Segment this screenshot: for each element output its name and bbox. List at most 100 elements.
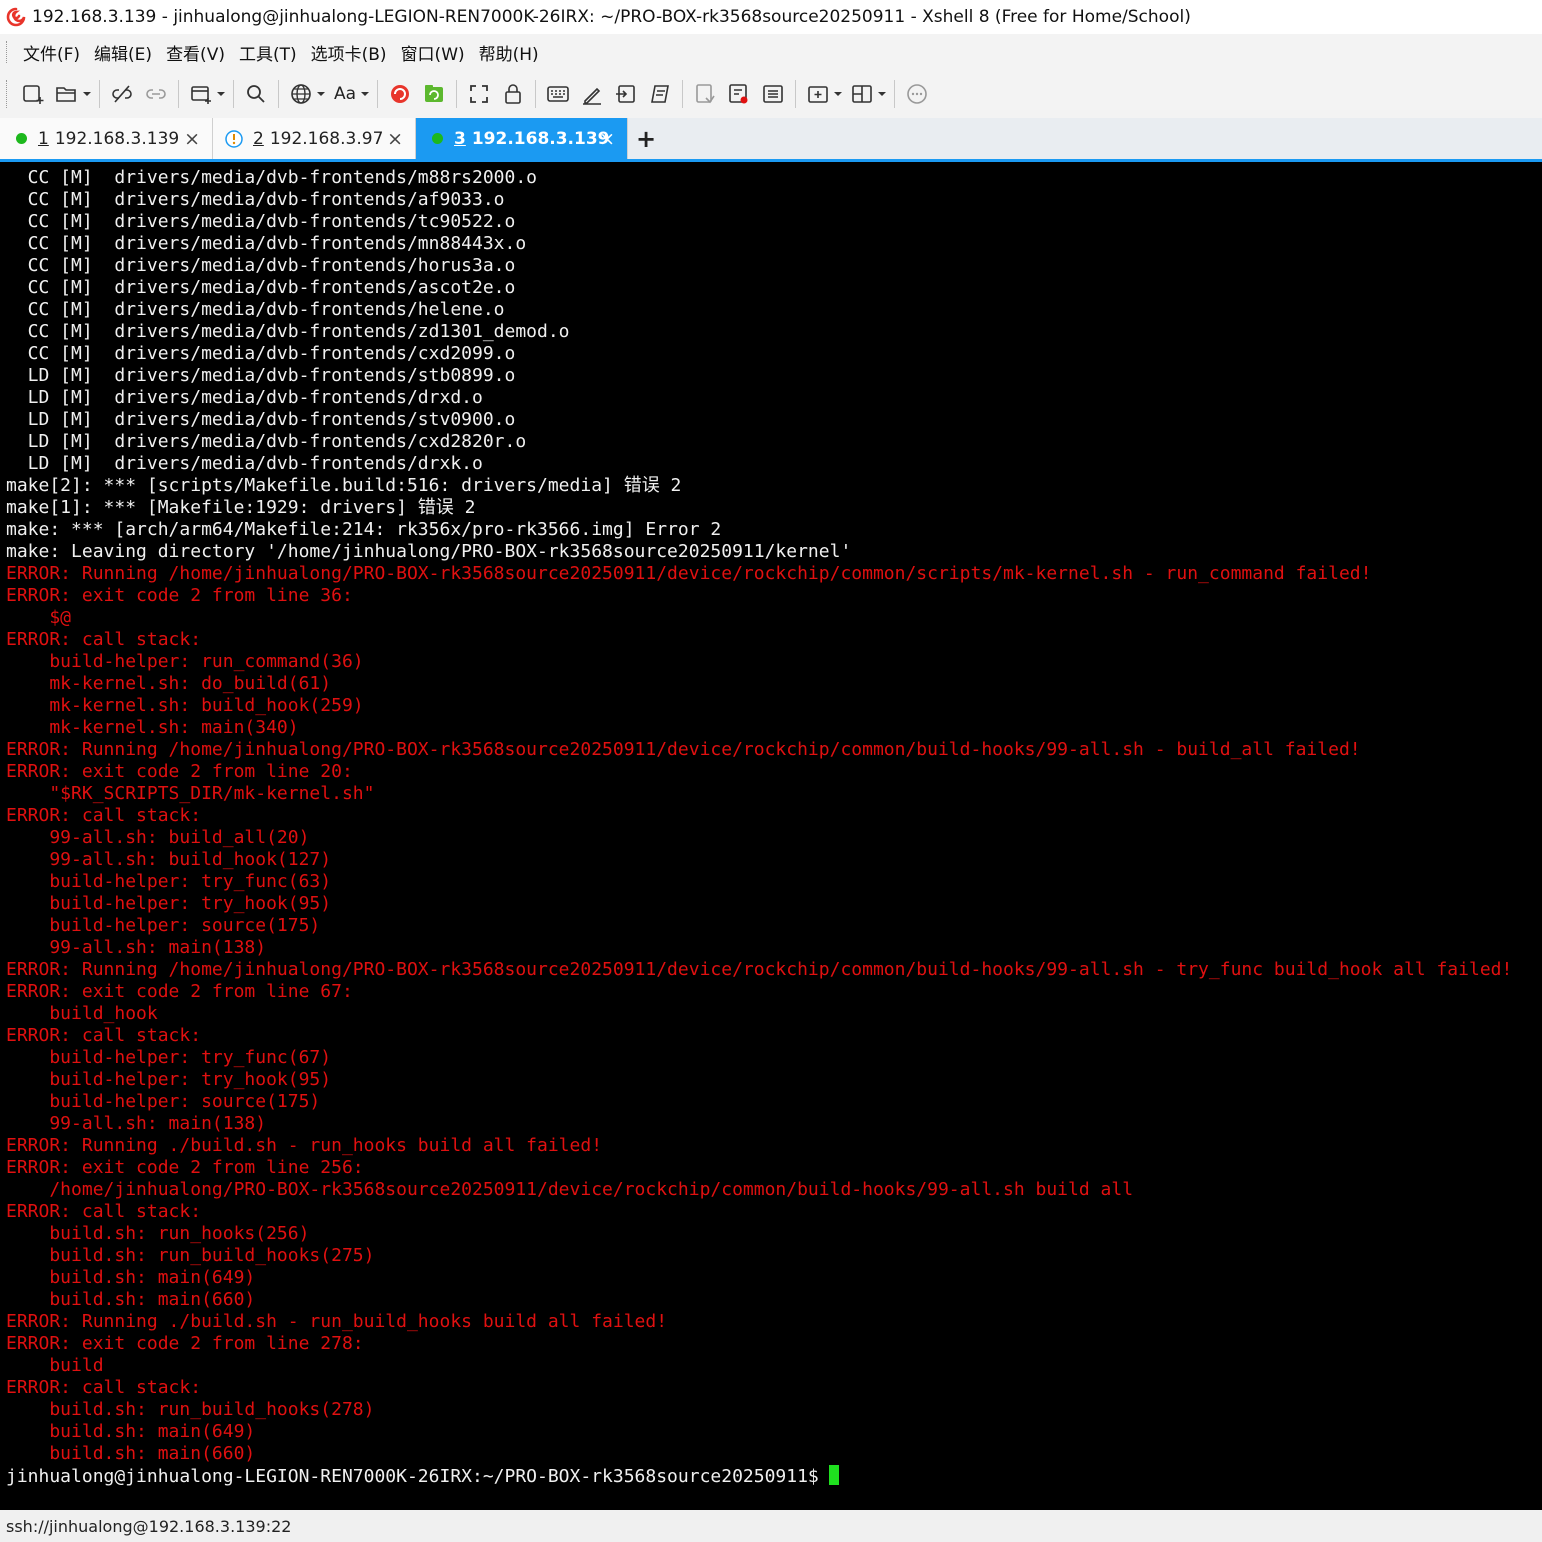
menu-tabs[interactable]: 选项卡(B) [304, 40, 394, 65]
terminal-line: make: *** [arch/arm64/Makefile:214: rk35… [6, 519, 722, 540]
new-tab-button[interactable]: + [628, 118, 664, 159]
terminal-line: mk-kernel.sh: main(340) [6, 717, 299, 738]
terminal-line: ERROR: call stack: [6, 629, 202, 650]
reconnect-button[interactable] [142, 78, 170, 110]
terminal-line: ERROR: Running /home/jinhualong/PRO-BOX-… [6, 739, 1361, 760]
log-button[interactable] [691, 78, 719, 110]
find-button[interactable] [242, 78, 270, 110]
new-session-button[interactable] [19, 78, 47, 110]
chevron-down-icon [361, 92, 369, 96]
menu-edit[interactable]: 编辑(E) [87, 40, 159, 65]
terminal-line: ERROR: call stack: [6, 1025, 202, 1046]
terminal-line: build [6, 1355, 104, 1376]
lock-button[interactable] [499, 78, 527, 110]
terminal-line: build.sh: main(660) [6, 1289, 256, 1310]
menu-tools[interactable]: 工具(T) [232, 40, 304, 65]
tab-label: 192.168.3.139 [54, 128, 180, 149]
terminal-line: build-helper: source(175) [6, 915, 321, 936]
font-button[interactable]: Aa [331, 78, 359, 110]
terminal-line: LD [M] drivers/media/dvb-frontends/drxd.… [6, 387, 483, 408]
compose-icon [583, 87, 601, 105]
notes-icon [763, 85, 783, 103]
menu-window[interactable]: 窗口(W) [394, 40, 472, 65]
terminal-line: build-helper: run_command(36) [6, 651, 364, 672]
transfer-button[interactable] [612, 78, 640, 110]
terminal-line: build_hook [6, 1003, 158, 1024]
toolbar-separator [894, 80, 895, 108]
disconnect-button[interactable] [108, 78, 136, 110]
xftp-button[interactable] [420, 78, 448, 110]
terminal-line: ERROR: exit code 2 from line 20: [6, 761, 353, 782]
tab-number: 3 [454, 128, 466, 149]
terminal-line: build.sh: main(649) [6, 1267, 256, 1288]
tab-session-2[interactable]: 2 192.168.3.97 × [213, 118, 416, 159]
terminal-line: ERROR: Running /home/jinhualong/PRO-BOX-… [6, 959, 1513, 980]
encoding-dropdown[interactable] [316, 78, 326, 110]
keyboard-button[interactable] [544, 78, 572, 110]
new-window-icon [191, 86, 211, 104]
log-icon [696, 84, 715, 104]
terminal-output: CC [M] drivers/media/dvb-frontends/m88rs… [6, 167, 1512, 1487]
terminal-line: LD [M] drivers/media/dvb-frontends/stb08… [6, 365, 516, 386]
terminal-line: LD [M] drivers/media/dvb-frontends/cxd28… [6, 431, 527, 452]
terminal-line: 99-all.sh: main(138) [6, 1113, 267, 1134]
terminal-line: make[2]: *** [scripts/Makefile.build:516… [6, 475, 682, 496]
tab-session-1[interactable]: 1 192.168.3.139 × [0, 118, 213, 159]
add-tab-button[interactable] [804, 78, 832, 110]
terminal-line: build-helper: try_func(63) [6, 871, 332, 892]
terminal-line: build.sh: main(649) [6, 1421, 256, 1442]
toolbar-separator [178, 80, 179, 108]
font-dropdown[interactable] [360, 78, 370, 110]
open-folder-icon [56, 87, 76, 102]
notes-button[interactable] [759, 78, 787, 110]
close-tab-icon[interactable]: × [387, 128, 403, 150]
terminal-line: build.sh: main(660) [6, 1443, 256, 1464]
menu-file[interactable]: 文件(F) [16, 40, 87, 65]
close-tab-icon[interactable]: × [184, 128, 200, 150]
menu-help[interactable]: 帮助(H) [472, 40, 546, 65]
layout-button[interactable] [848, 78, 876, 110]
terminal-line: /home/jinhualong/PRO-BOX-rk3568source202… [6, 1179, 1134, 1200]
tab-session-3[interactable]: 3 192.168.3.139 × [416, 118, 628, 159]
terminal-prompt-line: jinhualong@jinhualong-LEGION-REN7000K-26… [6, 1465, 1512, 1487]
new-window-dropdown[interactable] [216, 78, 226, 110]
terminal-line: LD [M] drivers/media/dvb-frontends/stv09… [6, 409, 516, 430]
chevron-down-icon [317, 92, 325, 96]
tab-label: 192.168.3.139 [471, 128, 610, 149]
toolbar: Aa [0, 70, 1542, 118]
fullscreen-button[interactable] [465, 78, 493, 110]
terminal-line: ERROR: exit code 2 from line 67: [6, 981, 353, 1002]
chat-button[interactable] [903, 78, 931, 110]
connected-status-icon [16, 133, 27, 144]
window-title: 192.168.3.139 - jinhualong@jinhualong-LE… [32, 7, 1191, 27]
layout-icon [852, 85, 872, 103]
menu-view[interactable]: 查看(V) [159, 40, 232, 65]
open-session-button[interactable] [53, 78, 81, 110]
new-window-button[interactable] [187, 78, 215, 110]
terminal-line: 99-all.sh: build_all(20) [6, 827, 310, 848]
tab-number: 1 [38, 128, 49, 149]
layout-dropdown[interactable] [877, 78, 887, 110]
xshell-button[interactable] [386, 78, 414, 110]
toolbar-separator [278, 80, 279, 108]
add-tab-icon [808, 86, 828, 103]
terminal-view[interactable]: CC [M] drivers/media/dvb-frontends/m88rs… [0, 162, 1542, 1510]
xftp-icon [425, 85, 443, 102]
add-tab-dropdown[interactable] [833, 78, 843, 110]
chevron-down-icon [217, 92, 225, 96]
open-session-dropdown[interactable] [82, 78, 92, 110]
terminal-line: make[1]: *** [Makefile:1929: drivers] 错误… [6, 497, 476, 518]
compose-button[interactable] [578, 78, 606, 110]
script-button[interactable] [646, 78, 674, 110]
close-tab-icon[interactable]: × [599, 128, 615, 150]
terminal-line: 99-all.sh: main(138) [6, 937, 267, 958]
connected-status-icon [432, 133, 443, 144]
xshell-logo-icon [6, 7, 26, 27]
record-button[interactable] [725, 78, 753, 110]
title-bar: 192.168.3.139 - jinhualong@jinhualong-LE… [0, 0, 1542, 34]
shell-prompt: jinhualong@jinhualong-LEGION-REN7000K-26… [6, 1466, 819, 1487]
terminal-line: $@ [6, 607, 72, 628]
terminal-line: CC [M] drivers/media/dvb-frontends/tc905… [6, 211, 516, 232]
terminal-line: build-helper: try_hook(95) [6, 893, 332, 914]
encoding-button[interactable] [287, 78, 315, 110]
